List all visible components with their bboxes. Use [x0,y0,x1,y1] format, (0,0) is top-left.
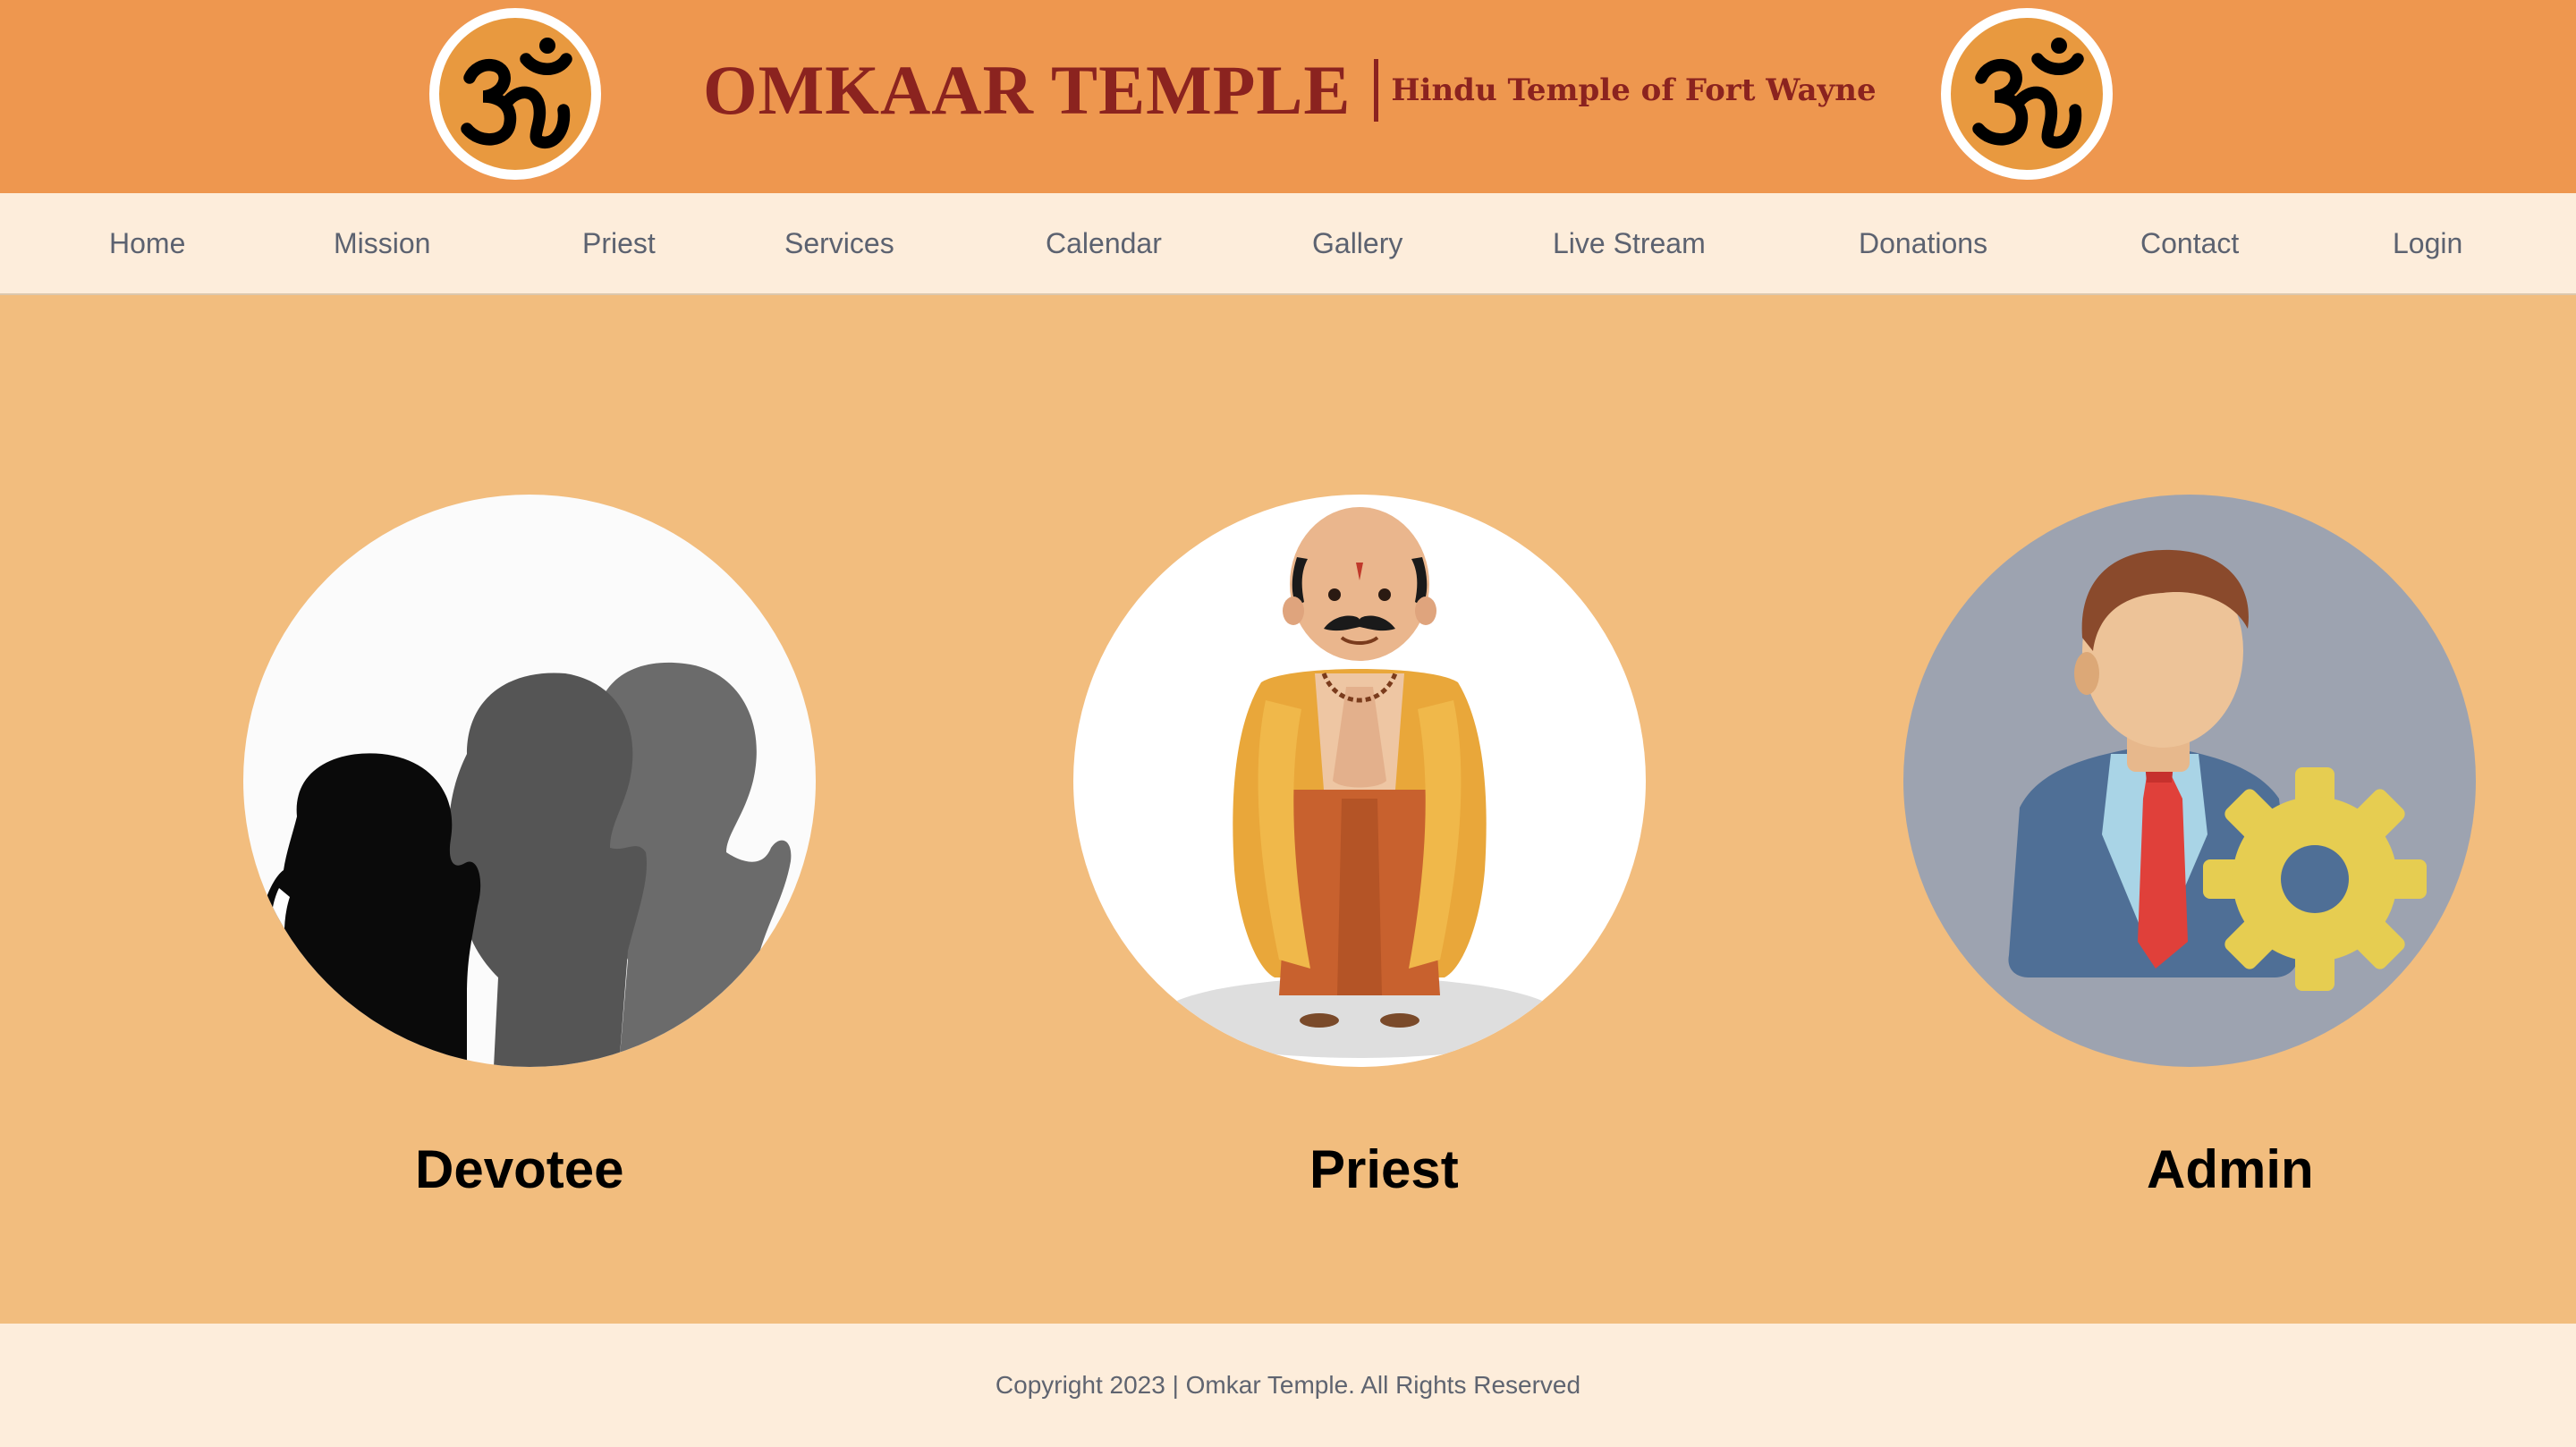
role-label-admin[interactable]: Admin [2147,1138,2314,1200]
om-symbol-icon [1972,38,2084,148]
om-logo-left[interactable] [429,8,601,180]
role-label-priest[interactable]: Priest [1309,1138,1459,1200]
site-footer: Copyright 2023 | Omkar Temple. All Right… [0,1324,2576,1447]
devotee-image[interactable] [243,495,816,1067]
praying-devotees-silhouette-icon [258,662,792,1067]
nav-login[interactable]: Login [2393,193,2462,293]
role-card-admin[interactable]: Admin [1903,495,2476,1199]
role-card-devotee[interactable]: Devotee [243,495,816,1199]
site-title[interactable]: OMKAAR TEMPLE [703,50,1351,131]
nav-mission[interactable]: Mission [334,193,430,293]
title-divider [1374,59,1379,122]
site-subtitle: Hindu Temple of Fort Wayne [1391,72,1877,108]
main-nav: Home Mission Priest Services Calendar Ga… [0,193,2576,295]
nav-home[interactable]: Home [109,193,185,293]
admin-image[interactable] [1903,495,2476,1067]
copyright-text: Copyright 2023 | Omkar Temple. All Right… [995,1371,1581,1399]
nav-calendar[interactable]: Calendar [1046,193,1162,293]
site-header: OMKAAR TEMPLE Hindu Temple of Fort Wayne [0,0,2576,193]
brand: OMKAAR TEMPLE Hindu Temple of Fort Wayne [703,50,1877,131]
role-label-devotee[interactable]: Devotee [415,1138,623,1200]
nav-services[interactable]: Services [784,193,894,293]
role-card-priest[interactable]: Priest [1073,495,1646,1199]
priest-cartoon-icon [1158,507,1561,1058]
nav-live-stream[interactable]: Live Stream [1553,193,1706,293]
nav-gallery[interactable]: Gallery [1312,193,1402,293]
priest-image[interactable] [1073,495,1646,1067]
om-symbol-icon [461,38,572,148]
nav-contact[interactable]: Contact [2140,193,2239,293]
om-logo-right[interactable] [1941,8,2113,180]
nav-donations[interactable]: Donations [1859,193,1987,293]
admin-user-gear-icon [2008,549,2427,991]
nav-priest[interactable]: Priest [582,193,656,293]
